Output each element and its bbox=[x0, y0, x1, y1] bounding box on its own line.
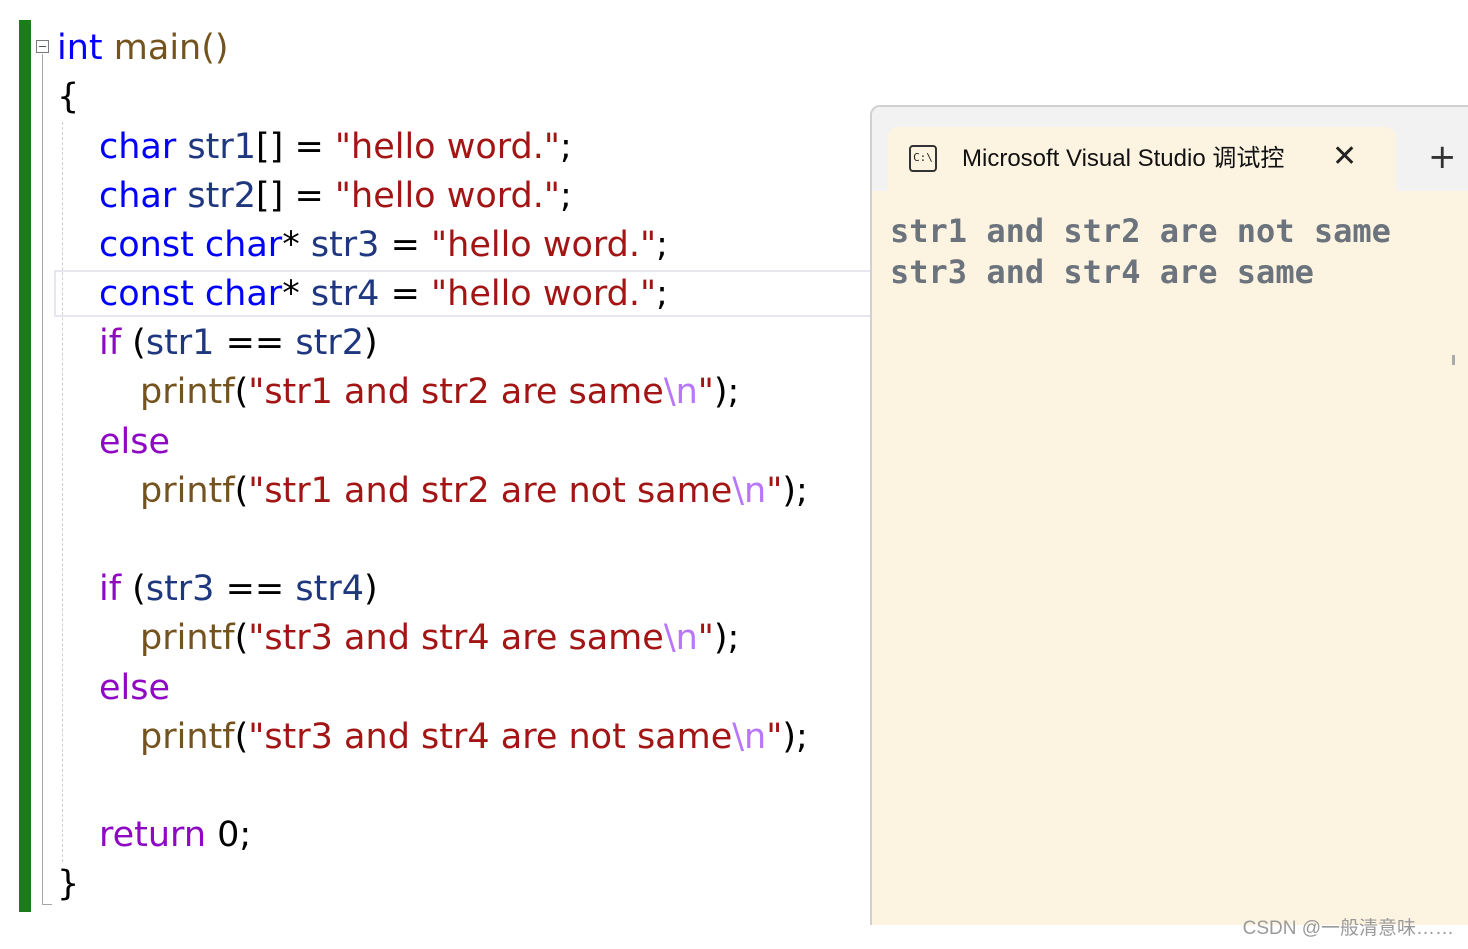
new-tab-icon[interactable]: + bbox=[1428, 137, 1457, 177]
variable-name: str4 bbox=[295, 569, 364, 609]
code-line-if-2[interactable]: if (str3 == str4) bbox=[99, 566, 378, 612]
change-tracking-bar bbox=[19, 20, 31, 912]
paren-open: ( bbox=[234, 372, 249, 412]
code-line-printf-4[interactable]: printf("str3 and str4 are not same\n"); bbox=[140, 714, 808, 760]
return-value: 0; bbox=[206, 815, 252, 855]
code-line-else-1[interactable]: else bbox=[99, 419, 170, 465]
variable-name: str1 bbox=[145, 323, 215, 363]
code-line-decl-str4[interactable]: const char* str4 = "hello word."; bbox=[99, 271, 668, 317]
operator: == bbox=[214, 323, 296, 363]
watermark: CSDN @一般清意味…… bbox=[1242, 918, 1454, 939]
code-line-printf-3[interactable]: printf("str3 and str4 are same\n"); bbox=[140, 615, 739, 661]
string-literal: "hello word." bbox=[334, 176, 560, 216]
string-literal: "str1 and str2 are same bbox=[248, 372, 664, 412]
variable-name: str1 bbox=[187, 127, 257, 167]
semicolon: ; bbox=[656, 274, 668, 314]
type-keyword: const char bbox=[99, 274, 283, 314]
paren-close: ) bbox=[363, 569, 378, 609]
string-literal: "str1 and str2 are not same bbox=[248, 471, 733, 511]
brace-close: } bbox=[57, 864, 80, 904]
code-line-decl-str2[interactable]: char str2[] = "hello word."; bbox=[99, 173, 572, 219]
keyword-if: if bbox=[99, 323, 122, 363]
operator: == bbox=[214, 569, 296, 609]
code-line-return[interactable]: return 0; bbox=[99, 812, 251, 858]
paren-close: ) bbox=[363, 323, 378, 363]
terminal-icon: C:\ bbox=[909, 145, 937, 172]
paren-open: ( bbox=[234, 618, 249, 658]
paren-close: ); bbox=[782, 717, 808, 757]
string-quote: " bbox=[697, 372, 714, 412]
semicolon: ; bbox=[656, 225, 668, 265]
type-keyword: const char bbox=[99, 225, 283, 265]
code-line-printf-1[interactable]: printf("str1 and str2 are same\n"); bbox=[140, 369, 739, 415]
close-icon[interactable]: ✕ bbox=[1332, 139, 1357, 175]
function-name-printf: printf bbox=[140, 471, 235, 511]
paren-open: ( bbox=[234, 717, 249, 757]
escape-sequence: \n bbox=[663, 618, 698, 658]
operator: [] = bbox=[256, 127, 335, 167]
function-name-printf: printf bbox=[140, 618, 235, 658]
brace-open: { bbox=[57, 77, 80, 117]
string-literal: "hello word." bbox=[431, 274, 657, 314]
console-output[interactable]: str1 and str2 are not same str3 and str4 … bbox=[890, 211, 1391, 293]
string-literal: "str3 and str4 are same bbox=[248, 618, 664, 658]
string-quote: " bbox=[697, 618, 714, 658]
variable-name: str2 bbox=[187, 176, 257, 216]
paren-close: ); bbox=[782, 471, 808, 511]
keyword-int: int bbox=[57, 28, 103, 68]
function-name-printf: printf bbox=[140, 372, 235, 412]
operator: = bbox=[379, 274, 432, 314]
keyword-if: if bbox=[99, 569, 122, 609]
string-quote: " bbox=[766, 717, 783, 757]
variable-name: str4 bbox=[310, 274, 380, 314]
console-tab-title: Microsoft Visual Studio 调试控 bbox=[962, 145, 1285, 172]
function-name-main: main() bbox=[113, 28, 229, 68]
type-keyword: char bbox=[99, 176, 177, 216]
pointer-operator: * bbox=[282, 274, 311, 314]
console-output-line: str1 and str2 are not same bbox=[890, 212, 1391, 250]
fold-guide bbox=[42, 54, 43, 905]
paren-open: ( bbox=[121, 323, 146, 363]
keyword-else: else bbox=[99, 668, 171, 708]
pointer-operator: * bbox=[282, 225, 311, 265]
keyword-else: else bbox=[99, 422, 171, 462]
escape-sequence: \n bbox=[732, 471, 767, 511]
type-keyword: char bbox=[99, 127, 177, 167]
console-tab-bar: C:\ Microsoft Visual Studio 调试控 ✕ + bbox=[872, 107, 1468, 193]
paren-close: ); bbox=[713, 372, 740, 412]
scrollbar-indicator[interactable] bbox=[1452, 355, 1455, 365]
paren-open: ( bbox=[234, 471, 249, 511]
escape-sequence: \n bbox=[732, 717, 767, 757]
code-line-else-2[interactable]: else bbox=[99, 665, 170, 711]
variable-name: str2 bbox=[295, 323, 364, 363]
keyword-return: return bbox=[99, 815, 207, 855]
paren-close: ); bbox=[713, 618, 740, 658]
console-output-line: str3 and str4 are same bbox=[890, 253, 1314, 291]
console-tab[interactable]: C:\ Microsoft Visual Studio 调试控 ✕ bbox=[888, 127, 1396, 193]
debug-console-window[interactable]: C:\ Microsoft Visual Studio 调试控 ✕ + str1… bbox=[870, 105, 1468, 925]
code-line-decl-str1[interactable]: char str1[] = "hello word."; bbox=[99, 124, 572, 170]
string-literal: "hello word." bbox=[334, 127, 560, 167]
operator: = bbox=[379, 225, 432, 265]
paren-open: ( bbox=[121, 569, 146, 609]
code-line-brace-open[interactable]: { bbox=[57, 74, 79, 120]
operator: [] = bbox=[256, 176, 335, 216]
variable-name: str3 bbox=[145, 569, 215, 609]
escape-sequence: \n bbox=[663, 372, 698, 412]
string-quote: " bbox=[766, 471, 783, 511]
function-name-printf: printf bbox=[140, 717, 235, 757]
code-line-main-signature[interactable]: int main() bbox=[57, 25, 229, 71]
indent-guide bbox=[62, 122, 63, 862]
fold-guide-end bbox=[42, 904, 52, 905]
code-line-brace-close[interactable]: } bbox=[57, 861, 79, 907]
string-literal: "str3 and str4 are not same bbox=[248, 717, 733, 757]
string-literal: "hello word." bbox=[431, 225, 657, 265]
collapse-icon[interactable] bbox=[36, 40, 49, 53]
variable-name: str3 bbox=[310, 225, 380, 265]
semicolon: ; bbox=[559, 176, 572, 216]
code-line-decl-str3[interactable]: const char* str3 = "hello word."; bbox=[99, 222, 668, 268]
semicolon: ; bbox=[559, 127, 572, 167]
code-line-printf-2[interactable]: printf("str1 and str2 are not same\n"); bbox=[140, 468, 808, 514]
code-line-if-1[interactable]: if (str1 == str2) bbox=[99, 320, 378, 366]
